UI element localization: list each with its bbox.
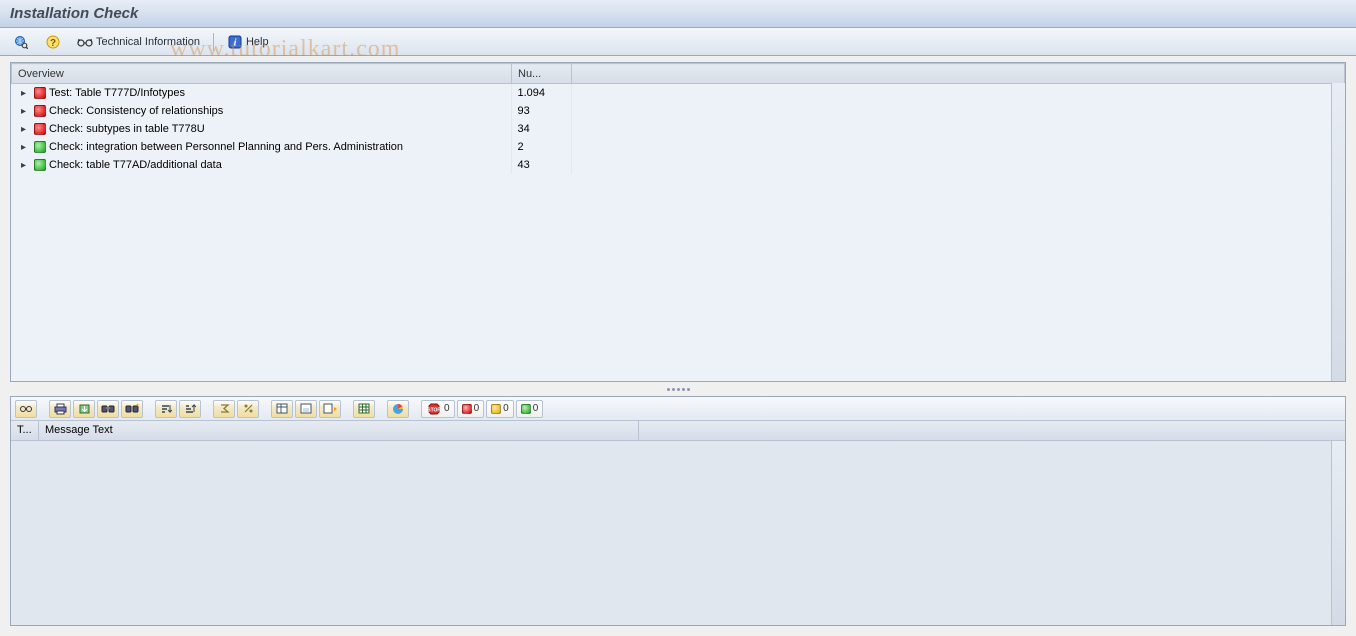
info-icon: i	[227, 34, 243, 50]
status-red-icon	[34, 123, 46, 135]
number-column-header[interactable]: Nu...	[512, 64, 572, 84]
save-layout-icon	[298, 401, 314, 417]
stop-icon: STOP	[426, 401, 442, 417]
error-count: 0	[474, 403, 480, 414]
expand-icon[interactable]: ▸	[21, 88, 31, 99]
grid-icon	[356, 401, 372, 417]
expand-icon[interactable]: ▸	[21, 142, 31, 153]
message-text-column[interactable]: Message Text	[39, 421, 639, 440]
layout-button[interactable]	[271, 400, 293, 418]
sort-desc-icon	[182, 401, 198, 417]
filter-warning-chip[interactable]: 0	[486, 400, 514, 418]
sigma-icon	[216, 401, 232, 417]
details-button[interactable]	[15, 400, 37, 418]
export-button[interactable]	[73, 400, 95, 418]
work-area: Overview Nu... ▸ Test: Table T777D/Infoty…	[0, 56, 1356, 636]
filter-stop-chip[interactable]: STOP 0	[421, 400, 455, 418]
select-layout-button[interactable]	[319, 400, 341, 418]
pie-chart-icon	[390, 401, 406, 417]
status-red-icon	[34, 105, 46, 117]
overview-column-header[interactable]: Overview	[12, 64, 512, 84]
sort-asc-button[interactable]	[155, 400, 177, 418]
row-label: Check: subtypes in table T778U	[49, 123, 205, 135]
technical-information-label: Technical Information	[96, 36, 200, 48]
help-question-button[interactable]: ?	[40, 32, 66, 52]
message-grid-body[interactable]	[11, 441, 1345, 625]
sort-asc-icon	[158, 401, 174, 417]
table-row[interactable]: ▸ Check: subtypes in table T778U 34	[11, 120, 1345, 138]
layout-icon	[274, 401, 290, 417]
table-row[interactable]: ▸ Test: Table T777D/Infotypes 1.094	[11, 84, 1345, 102]
table-row[interactable]: ▸ Check: Consistency of relationships 93	[11, 102, 1345, 120]
question-icon: ?	[45, 34, 61, 50]
overview-table: Overview Nu...	[11, 63, 1345, 84]
expand-icon[interactable]: ▸	[21, 106, 31, 117]
expand-icon[interactable]: ▸	[21, 124, 31, 135]
svg-text:+: +	[136, 403, 139, 409]
green-status-icon	[521, 404, 531, 414]
row-number: 1.094	[511, 84, 571, 102]
overview-body[interactable]: ▸ Test: Table T777D/Infotypes 1.094 ▸ Check:…	[11, 84, 1345, 381]
success-count: 0	[533, 403, 539, 414]
svg-text:STOP: STOP	[428, 407, 440, 413]
sort-desc-button[interactable]	[179, 400, 201, 418]
row-number: 93	[511, 102, 571, 120]
yellow-status-icon	[491, 404, 501, 414]
help-label: Help	[246, 36, 269, 48]
warning-count: 0	[503, 403, 509, 414]
row-label: Test: Table T777D/Infotypes	[49, 87, 185, 99]
stop-count: 0	[444, 403, 450, 414]
binoculars-icon	[100, 401, 116, 417]
chart-button[interactable]	[387, 400, 409, 418]
svg-text:?: ?	[50, 38, 56, 49]
row-label: Check: integration between Personnel Pla…	[49, 141, 403, 153]
sum-button[interactable]	[213, 400, 235, 418]
message-type-column[interactable]: T...	[11, 421, 39, 440]
printer-icon	[52, 401, 68, 417]
row-label: Check: Consistency of relationships	[49, 105, 223, 117]
red-status-icon	[462, 404, 472, 414]
message-grid-header: T... Message Text	[11, 421, 1345, 441]
save-layout-button[interactable]	[295, 400, 317, 418]
svg-text:i: i	[234, 38, 237, 49]
globe-search-icon	[13, 34, 29, 50]
grid-button[interactable]	[353, 400, 375, 418]
overview-panel: Overview Nu... ▸ Test: Table T777D/Infoty…	[10, 62, 1346, 382]
row-number: 34	[511, 120, 571, 138]
message-panel: + STOP 0 0	[10, 396, 1346, 626]
splitter-handle[interactable]	[10, 386, 1346, 392]
expand-icon[interactable]: ▸	[21, 160, 31, 171]
find-button[interactable]	[97, 400, 119, 418]
technical-information-button[interactable]: Technical Information	[72, 32, 205, 52]
vertical-scrollbar[interactable]	[1331, 441, 1345, 625]
glasses-icon	[18, 401, 34, 417]
toolbar-separator	[213, 33, 214, 51]
binoculars-plus-icon: +	[124, 401, 140, 417]
page-title: Installation Check	[10, 5, 138, 22]
search-button[interactable]	[8, 32, 34, 52]
help-button[interactable]: i Help	[222, 32, 274, 52]
find-next-button[interactable]: +	[121, 400, 143, 418]
select-layout-icon	[322, 401, 338, 417]
row-number: 2	[511, 138, 571, 156]
alv-toolbar: + STOP 0 0	[11, 397, 1345, 421]
filter-success-chip[interactable]: 0	[516, 400, 544, 418]
vertical-scrollbar[interactable]	[1331, 83, 1345, 381]
table-row[interactable]: ▸ Check: table T77AD/additional data 43	[11, 156, 1345, 174]
status-green-icon	[34, 159, 46, 171]
glasses-icon	[77, 34, 93, 50]
status-red-icon	[34, 87, 46, 99]
print-button[interactable]	[49, 400, 71, 418]
row-label: Check: table T77AD/additional data	[49, 159, 222, 171]
status-green-icon	[34, 141, 46, 153]
percent-icon	[240, 401, 256, 417]
subtotal-button[interactable]	[237, 400, 259, 418]
application-toolbar: ? Technical Information i Help	[0, 28, 1356, 56]
title-bar: Installation Check	[0, 0, 1356, 28]
blank-column-header	[572, 64, 1345, 84]
row-number: 43	[511, 156, 571, 174]
table-row[interactable]: ▸ Check: integration between Personnel Pl…	[11, 138, 1345, 156]
export-icon	[76, 401, 92, 417]
filter-error-chip[interactable]: 0	[457, 400, 485, 418]
